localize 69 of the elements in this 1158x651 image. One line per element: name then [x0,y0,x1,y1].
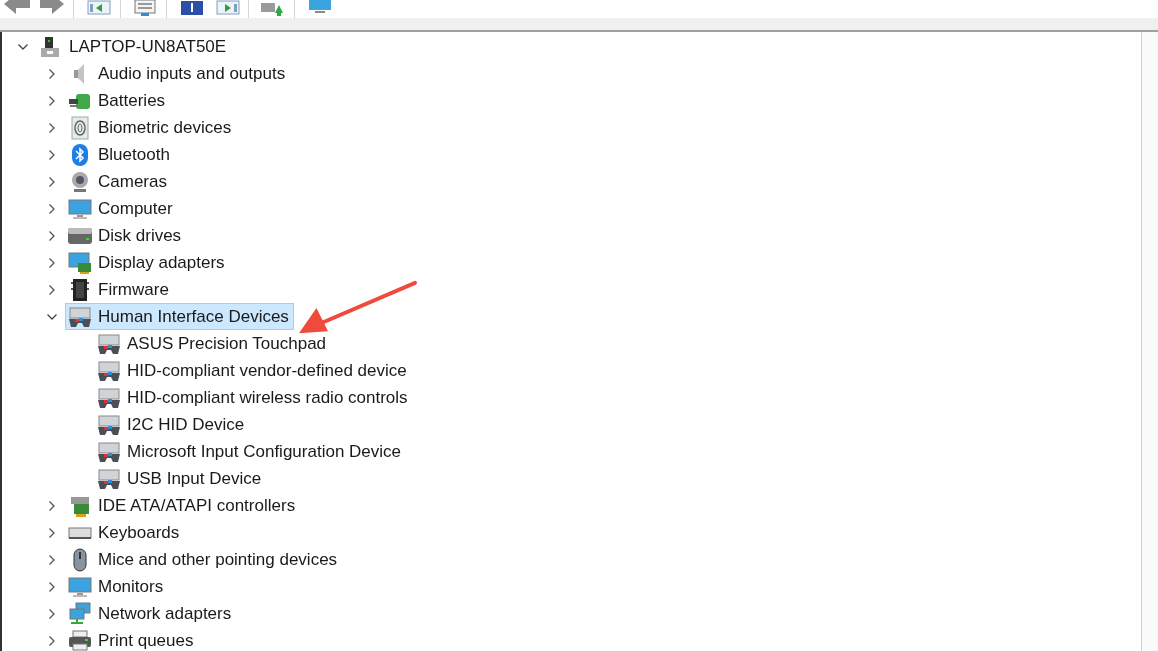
scan-monitor-icon[interactable] [307,0,333,16]
tree-item[interactable]: Bluetooth [65,141,175,168]
tree-item[interactable]: Mice and other pointing devices [65,546,343,573]
tree-item[interactable]: Display adapters [65,249,230,276]
tree-item[interactable]: Cameras [65,168,172,195]
update-driver-icon[interactable] [260,0,286,16]
tree-item-label: Mice and other pointing devices [98,549,338,570]
tree-item[interactable]: IDE ATA/ATAPI controllers [65,492,301,519]
keyboard-gamepad-icon [97,331,121,356]
tree-item-label: Batteries [98,90,166,111]
tree-item[interactable]: Network adapters [65,600,237,627]
tree-item-label: HID-compliant vendor-defined device [127,360,407,381]
tree-item-label: Display adapters [98,252,225,273]
keyboard-gamepad-icon [97,385,121,410]
tree-item-label: Keyboards [98,522,180,543]
keyboard-gamepad-icon [97,412,121,437]
tree-item-label: Computer [98,198,173,219]
tree-item[interactable]: LAPTOP-UN8AT50E [36,33,232,60]
keyboard-gamepad-icon [97,466,121,491]
tree-item-label: IDE ATA/ATAPI controllers [98,495,296,516]
keyboard-gamepad-icon [97,358,121,383]
fingerprint-icon [68,115,92,140]
tree-item[interactable]: HID-compliant wireless radio controls [94,384,413,411]
tree-item[interactable]: Disk drives [65,222,187,249]
panel-forward-icon[interactable] [216,0,240,16]
printer-icon [68,628,92,651]
scroll-track[interactable] [1141,32,1158,651]
panel-back-icon[interactable] [87,0,111,16]
keyboard-gamepad-icon [68,304,92,329]
tree-item[interactable]: Keyboards [65,519,185,546]
keyboard-gamepad-icon [97,439,121,464]
tree-item-label: HID-compliant wireless radio controls [127,387,408,408]
tree-item-label: Monitors [98,576,164,597]
tree-item-label: Network adapters [98,603,232,624]
tree-item[interactable]: HID-compliant vendor-defined device [94,357,412,384]
tree-item[interactable]: Human Interface Devices [65,303,294,330]
monitor-icon [68,574,92,599]
tree-item[interactable]: Computer [65,195,178,222]
tree-item-label: Disk drives [98,225,182,246]
tree-item-label: Bluetooth [98,144,170,165]
properties-sheet-icon[interactable] [133,0,157,16]
tree-item[interactable]: Biometric devices [65,114,237,141]
monitor-icon [68,196,92,221]
tree-item[interactable]: I2C HID Device [94,411,250,438]
tree-item[interactable]: USB Input Device [94,465,267,492]
tree-item-label: Human Interface Devices [98,306,289,327]
tree-item[interactable]: Microsoft Input Configuration Device [94,438,407,465]
tree-item[interactable]: Audio inputs and outputs [65,60,291,87]
tree-item-label: USB Input Device [127,468,262,489]
tree-item-label: ASUS Precision Touchpad [127,333,327,354]
tree-item[interactable]: Print queues [65,627,199,651]
display-card-icon [68,250,92,275]
tree-item[interactable]: ASUS Precision Touchpad [94,330,332,357]
tree-item-label: LAPTOP-UN8AT50E [69,36,227,57]
forward-arrow-icon[interactable] [40,0,66,16]
tree-item-label: Cameras [98,171,167,192]
chip-icon [68,277,92,302]
tree-item-label: Biometric devices [98,117,232,138]
tree-item[interactable]: Firmware [65,276,174,303]
tree-item[interactable]: Monitors [65,573,169,600]
tree-item-label: Print queues [98,630,194,651]
tree-item[interactable]: Batteries [65,87,171,114]
tree-item-label: I2C HID Device [127,414,245,435]
back-arrow-icon[interactable] [2,0,32,16]
tree-item-label: Firmware [98,279,169,300]
network-computers-icon [68,601,92,626]
tree-item-label: Audio inputs and outputs [98,63,286,84]
tree-item-label: Microsoft Input Configuration Device [127,441,402,462]
help-icon[interactable] [181,0,203,16]
